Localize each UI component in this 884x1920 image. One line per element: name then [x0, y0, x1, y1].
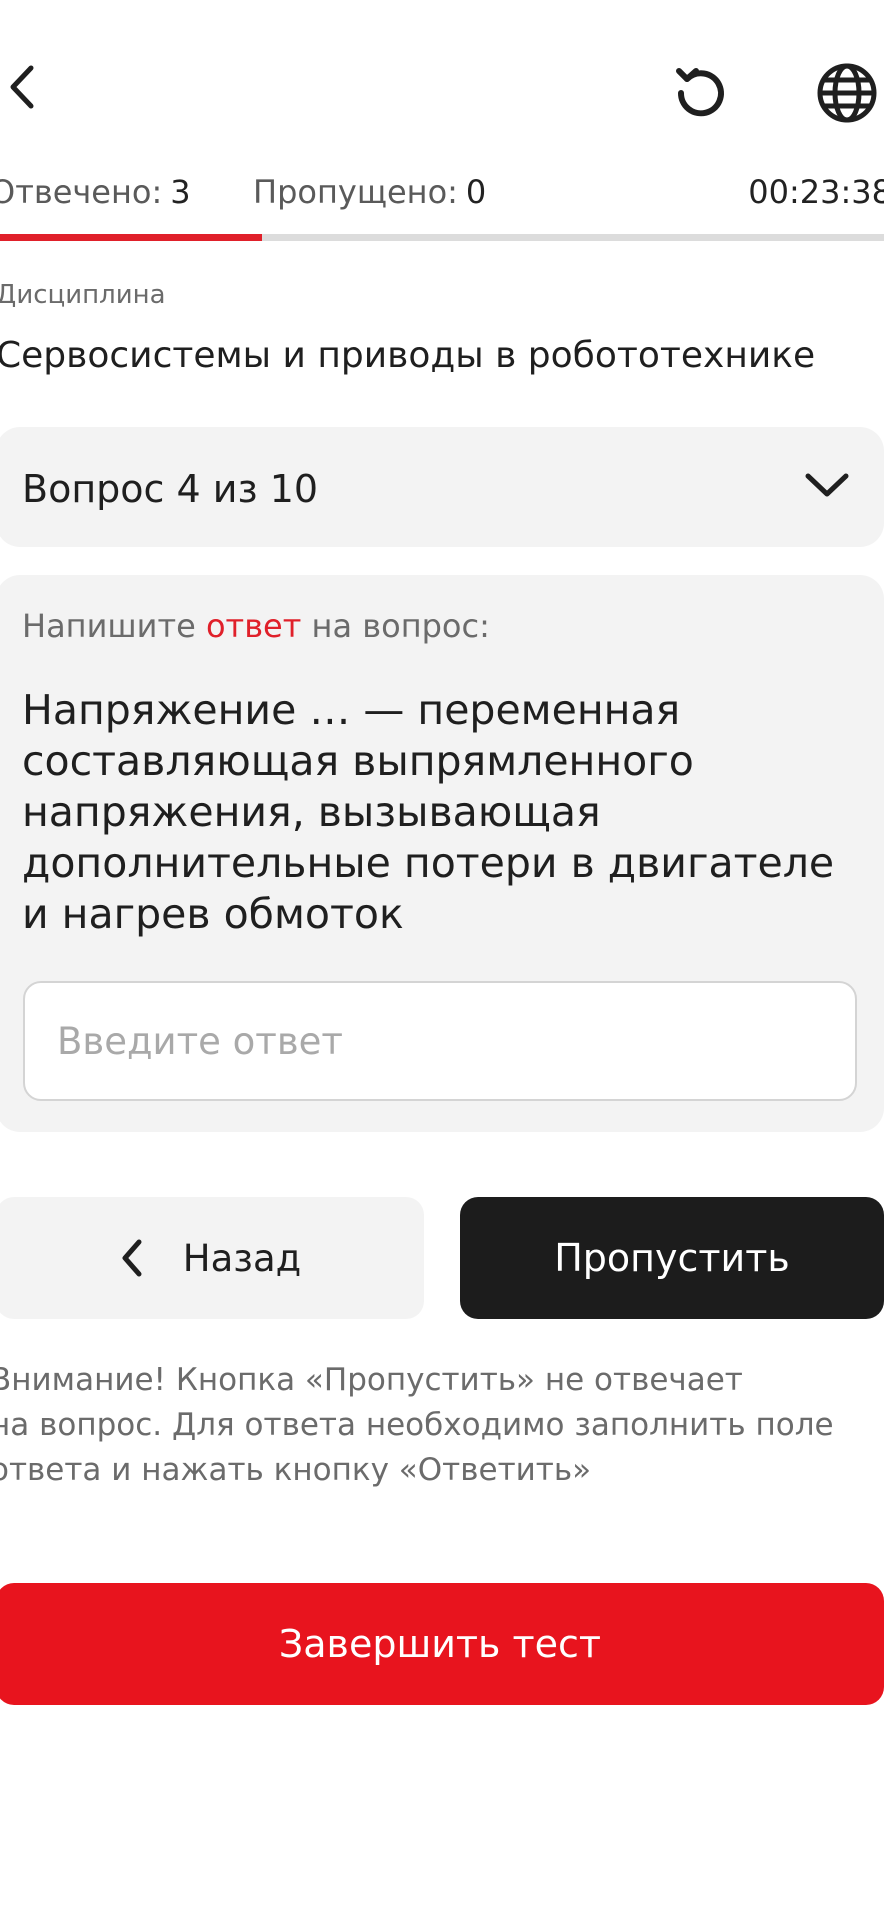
refresh-icon	[676, 68, 724, 117]
prompt-text-accent: ответ	[205, 607, 302, 645]
answered-counter: Отвечено: 3	[0, 173, 191, 211]
warning-line-1: Внимание! Кнопка «Пропустить» не отвечае…	[0, 1362, 743, 1398]
question-text: Напряжение … — переменная составляющая в…	[22, 686, 835, 938]
prompt-text-after: на вопрос:	[311, 607, 490, 645]
question-prompt: Напишите ответ на вопрос:	[22, 607, 490, 645]
answered-count: 3	[170, 173, 191, 211]
top-bar	[0, 0, 884, 170]
warning-line-2: на вопрос. Для ответа необходимо заполни…	[0, 1407, 834, 1443]
skipped-counter: Пропущено: 0	[253, 173, 486, 211]
skipped-label: Пропущено:	[253, 173, 458, 211]
chevron-down-icon	[805, 473, 849, 497]
discipline-label: Дисциплина	[0, 280, 166, 310]
prompt-text-before: Напишите	[22, 607, 196, 645]
back-question-button[interactable]: Назад	[0, 1197, 424, 1319]
globe-icon	[817, 63, 877, 123]
back-button[interactable]	[0, 55, 44, 119]
skipped-count: 0	[465, 173, 487, 211]
discipline-name: Сервосистемы и приводы в робототехнике	[0, 335, 816, 376]
back-question-label: Назад	[182, 1236, 302, 1280]
chevron-left-icon	[122, 1239, 142, 1277]
question-selector[interactable]: Вопрос 4 из 10	[0, 427, 884, 547]
skip-button[interactable]: Пропустить	[460, 1197, 884, 1319]
question-card: Напишите ответ на вопрос: Напряжение … —…	[0, 575, 884, 1132]
question-number: Вопрос 4 из 10	[22, 467, 319, 511]
answered-label: Отвечено:	[0, 173, 163, 211]
refresh-button[interactable]	[666, 58, 736, 128]
timer: 00:23:38	[748, 173, 884, 211]
finish-test-label: Завершить тест	[278, 1622, 602, 1666]
warning-line-3: ответа и нажать кнопку «Ответить»	[0, 1452, 592, 1488]
finish-test-button[interactable]: Завершить тест	[0, 1583, 884, 1705]
test-stats: Отвечено: 3 Пропущено: 0 00:23:38	[0, 170, 884, 220]
language-button[interactable]	[810, 58, 884, 128]
skip-label: Пропустить	[554, 1236, 790, 1280]
answer-input[interactable]	[23, 981, 857, 1101]
progress-fill	[0, 234, 263, 241]
progress-bar	[0, 234, 884, 241]
test-screen: Отвечено: 3 Пропущено: 0 00:23:38 Дисципли…	[0, 0, 884, 1920]
skip-warning: Внимание! Кнопка «Пропустить» не отвечае…	[0, 1358, 870, 1493]
chevron-left-icon	[10, 65, 34, 109]
